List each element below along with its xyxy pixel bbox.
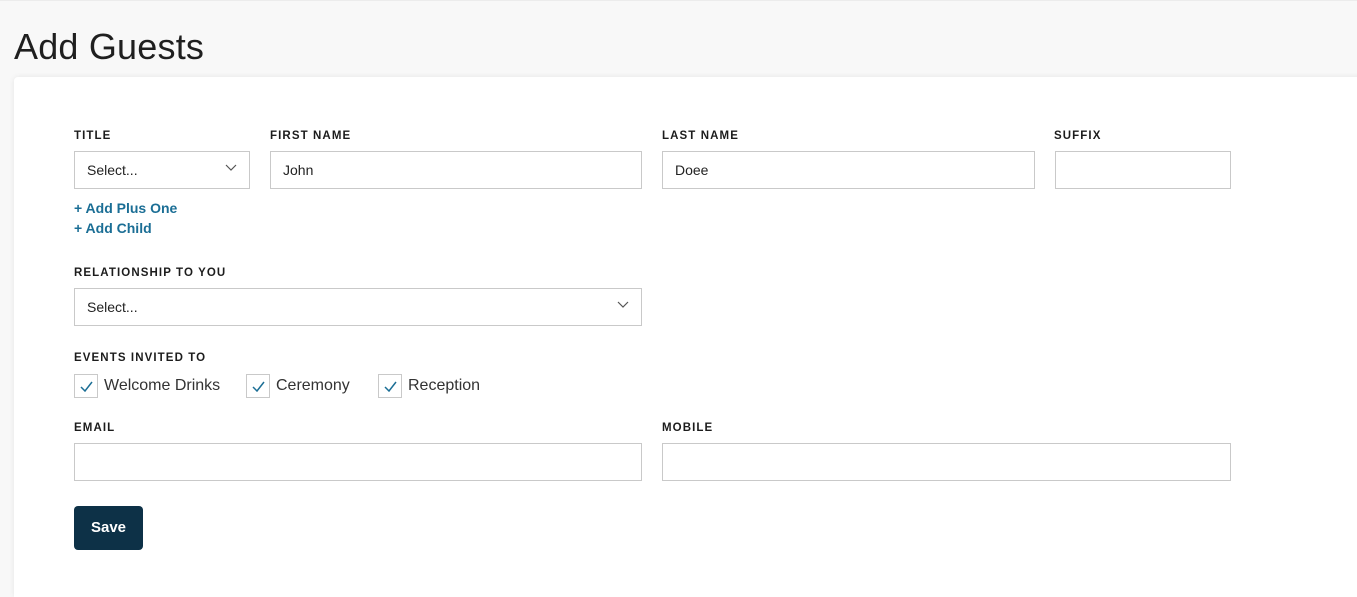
save-button[interactable]: Save bbox=[74, 506, 143, 550]
last-name-label: LAST NAME bbox=[662, 130, 739, 142]
last-name-field[interactable]: Doee bbox=[662, 151, 1035, 189]
checkmark-icon bbox=[80, 381, 93, 392]
events-label: EVENTS INVITED TO bbox=[74, 352, 207, 364]
page-title: Add Guests bbox=[14, 26, 205, 67]
add-child-link[interactable]: + Add Child bbox=[74, 220, 152, 236]
ceremony-checkbox[interactable] bbox=[246, 374, 270, 398]
email-label: EMAIL bbox=[74, 422, 116, 434]
welcome-drinks-checkbox[interactable] bbox=[74, 374, 98, 398]
add-guest-form: TITLE FIRST NAME LAST NAME SUFFIX Select… bbox=[14, 77, 1357, 597]
first-name-field[interactable]: John bbox=[270, 151, 642, 189]
first-name-value: John bbox=[283, 162, 314, 178]
first-name-label: FIRST NAME bbox=[270, 130, 352, 142]
relationship-label: RELATIONSHIP TO YOU bbox=[74, 267, 227, 279]
relationship-select-value: Select... bbox=[87, 299, 138, 315]
relationship-select[interactable]: Select... bbox=[74, 288, 642, 326]
suffix-field[interactable] bbox=[1055, 151, 1231, 189]
last-name-value: Doee bbox=[675, 162, 709, 178]
title-label: TITLE bbox=[74, 130, 112, 142]
welcome-drinks-label: Welcome Drinks bbox=[104, 377, 221, 394]
checkmark-icon bbox=[252, 381, 265, 392]
suffix-label: SUFFIX bbox=[1054, 130, 1102, 142]
checkmark-icon bbox=[384, 381, 397, 392]
email-field[interactable] bbox=[74, 443, 642, 481]
add-plus-one-link[interactable]: + Add Plus One bbox=[74, 200, 177, 216]
chevron-down-icon bbox=[225, 164, 237, 171]
chevron-down-icon bbox=[617, 301, 629, 308]
mobile-label: MOBILE bbox=[662, 422, 714, 434]
reception-label: Reception bbox=[408, 377, 481, 394]
title-select[interactable]: Select... bbox=[74, 151, 250, 189]
mobile-field[interactable] bbox=[662, 443, 1231, 481]
top-divider bbox=[0, 0, 1357, 1]
reception-checkbox[interactable] bbox=[378, 374, 402, 398]
title-select-value: Select... bbox=[87, 162, 138, 178]
ceremony-label: Ceremony bbox=[276, 377, 350, 394]
